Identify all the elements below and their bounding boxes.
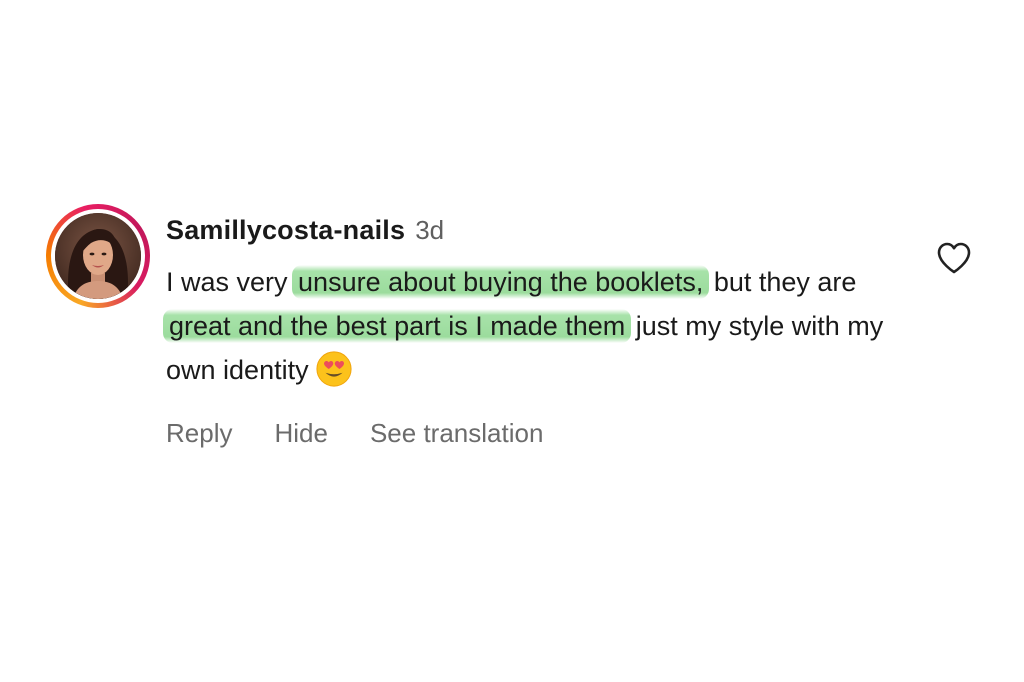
see-translation-button[interactable]: See translation — [370, 418, 543, 449]
heart-eyes-emoji — [316, 351, 352, 387]
highlighted-text: great and the best part is I made them — [163, 309, 632, 343]
hide-button[interactable]: Hide — [274, 418, 327, 449]
comment-text-part: but they are — [706, 267, 857, 297]
comment-header: Samillycosta-nails 3d — [166, 210, 926, 250]
comment-actions: Reply Hide See translation — [166, 418, 926, 449]
story-ring[interactable] — [46, 204, 150, 308]
comment-timestamp: 3d — [415, 214, 445, 245]
heart-outline-icon[interactable] — [934, 238, 974, 278]
highlighted-text: unsure about buying the booklets, — [292, 265, 710, 299]
avatar[interactable] — [55, 213, 141, 299]
avatar-image — [55, 213, 141, 299]
comment-text-part: I was very — [166, 267, 296, 297]
username-link[interactable]: Samillycosta-nails — [166, 215, 405, 246]
reply-button[interactable]: Reply — [166, 418, 232, 449]
comment-item: Samillycosta-nails 3d I was very unsure … — [46, 204, 986, 464]
comment-content: Samillycosta-nails 3d I was very unsure … — [163, 204, 926, 449]
comment-text: I was very unsure about buying the bookl… — [163, 260, 926, 392]
